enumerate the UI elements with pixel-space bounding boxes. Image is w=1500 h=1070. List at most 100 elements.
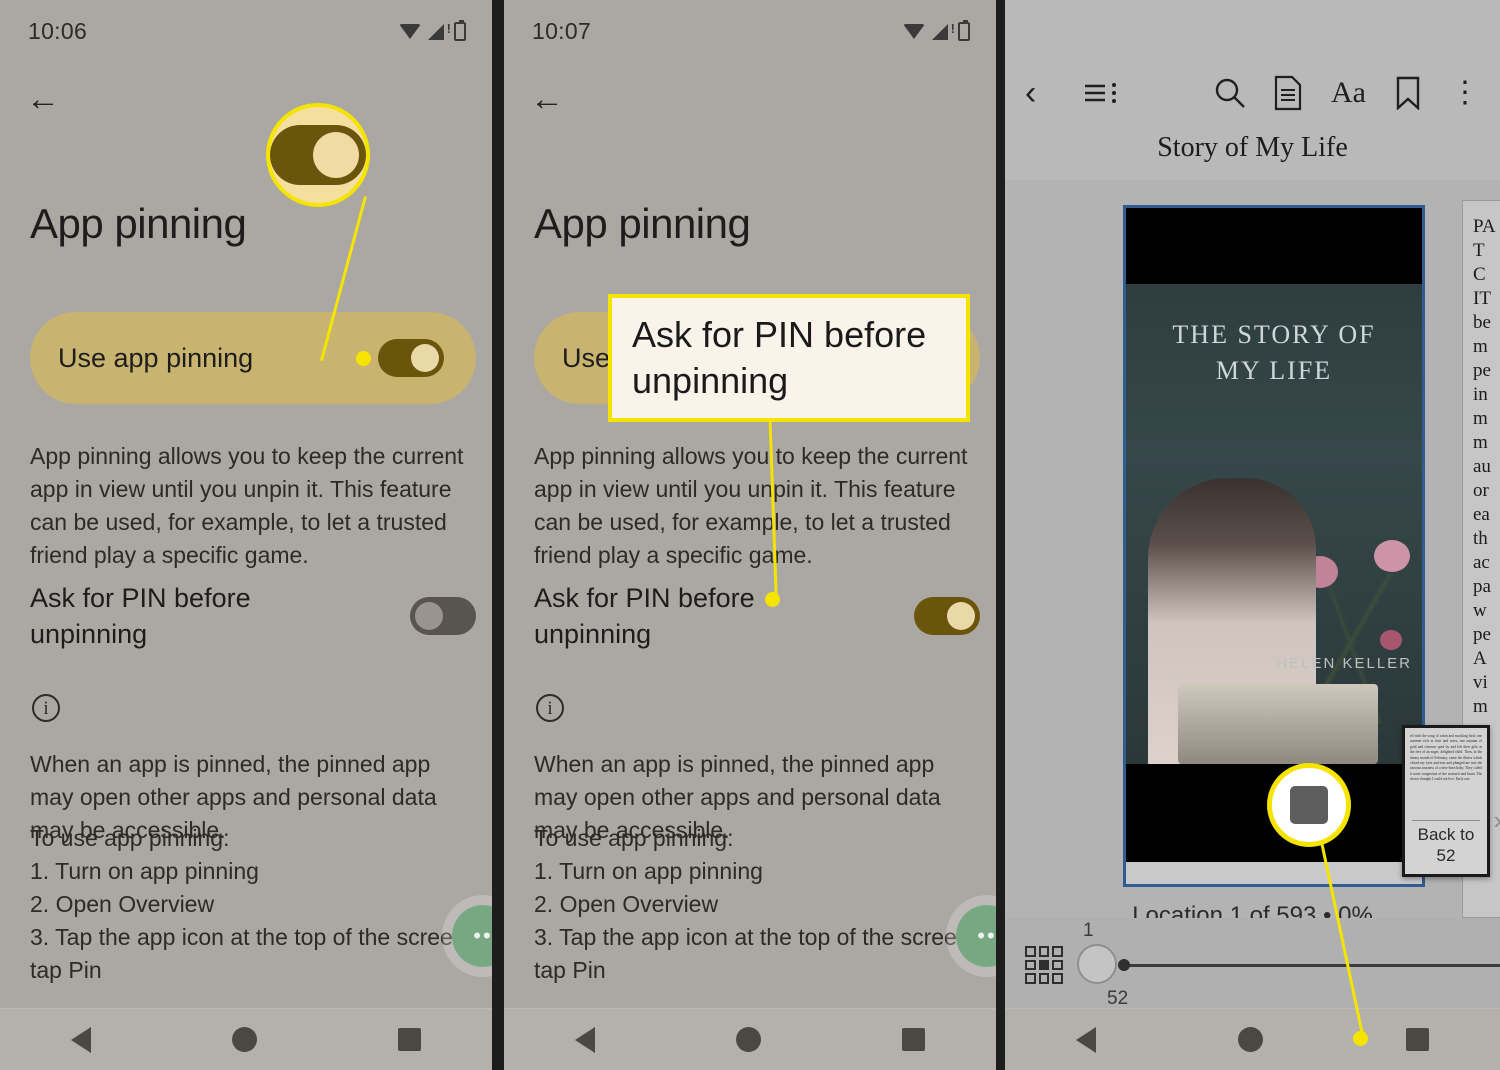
preview-line: pe xyxy=(1473,624,1491,645)
pinning-steps: To use app pinning: 1. Turn on app pinni… xyxy=(534,822,996,987)
reader-icon-row: ‹ Aa ⋮ xyxy=(1005,62,1500,124)
nav-back-icon[interactable] xyxy=(70,1026,91,1053)
battery-icon xyxy=(454,19,466,41)
preview-line: T xyxy=(1473,240,1485,261)
panel-divider xyxy=(996,0,1005,1070)
open-book-illustration xyxy=(1178,684,1378,764)
nav-home-icon[interactable] xyxy=(735,1027,761,1052)
search-icon[interactable] xyxy=(1213,76,1247,110)
status-icon-group xyxy=(903,19,970,41)
wifi-icon xyxy=(399,23,421,40)
status-bar: 10:06 xyxy=(0,0,492,62)
ask-for-pin-label: Ask for PIN before unpinning xyxy=(30,583,251,649)
preview-line: m xyxy=(1473,336,1488,357)
preview-line: in xyxy=(1473,384,1488,405)
next-page-chevron-icon[interactable]: › xyxy=(1493,805,1500,836)
step-item: tap Pin xyxy=(30,957,102,983)
ask-for-pin-row[interactable]: Ask for PIN before unpinning xyxy=(534,580,980,652)
callout-dot-1 xyxy=(356,351,371,366)
nav-back-icon[interactable] xyxy=(574,1026,595,1053)
step-item: 2. Open Overview xyxy=(534,891,719,917)
reader-toolbar: ‹ Aa ⋮ Story of My Life xyxy=(1005,0,1500,180)
popup-divider xyxy=(1412,820,1480,821)
nav-home-icon[interactable] xyxy=(231,1027,257,1052)
preview-line: m xyxy=(1473,432,1488,453)
step-item: 1. Turn on app pinning xyxy=(534,858,763,884)
ask-for-pin-label: Ask for PIN before unpinning xyxy=(534,583,755,649)
magnified-recents-square-icon xyxy=(1290,786,1328,824)
steps-heading: To use app pinning: xyxy=(534,825,734,851)
app-pinning-description: App pinning allows you to keep the curre… xyxy=(30,443,464,568)
info-icon: i xyxy=(536,694,564,722)
steps-heading: To use app pinning: xyxy=(30,825,230,851)
step-item: 3. Tap the app icon at the top of the sc… xyxy=(30,924,492,950)
preview-line: C xyxy=(1473,264,1486,285)
nav-home-icon[interactable] xyxy=(1238,1027,1264,1052)
table-of-contents-icon[interactable] xyxy=(1083,78,1119,108)
callout-dot-3 xyxy=(1353,1031,1368,1046)
preview-line: A xyxy=(1473,648,1487,669)
signal-warning-icon xyxy=(428,21,451,40)
back-chevron-icon[interactable]: ‹ xyxy=(1025,76,1036,110)
seek-track[interactable] xyxy=(1125,964,1500,967)
screenshot-stage: 10:06 ← App pinning Use app pinning App … xyxy=(0,0,1500,1070)
back-arrow-icon[interactable]: ← xyxy=(526,78,568,120)
font-size-icon[interactable]: Aa xyxy=(1331,76,1366,110)
page-notes-icon[interactable] xyxy=(1273,75,1303,111)
use-app-pinning-toggle[interactable] xyxy=(378,339,444,377)
page-title: App pinning xyxy=(30,200,247,247)
page-title: App pinning xyxy=(534,200,751,247)
back-arrow-icon[interactable]: ← xyxy=(22,78,64,120)
reader-seek-bar[interactable]: 1 52 xyxy=(1005,918,1500,1009)
cover-author: HELEN KELLER xyxy=(1276,655,1412,672)
step-item: 2. Open Overview xyxy=(30,891,215,917)
cover-bottom-strip xyxy=(1126,862,1422,884)
cover-title-line1: THE STORY OF xyxy=(1172,320,1376,349)
book-title: Story of My Life xyxy=(1157,132,1348,163)
android-nav-bar xyxy=(1005,1008,1500,1070)
preview-line: or xyxy=(1473,480,1489,501)
grid-view-icon[interactable] xyxy=(1025,946,1063,984)
preview-line: PA xyxy=(1473,216,1496,237)
overflow-menu-icon[interactable]: ⋮ xyxy=(1450,78,1480,108)
preview-line: m xyxy=(1473,408,1488,429)
back-to-page-popup[interactable]: ed with the song of robin and mocking bi… xyxy=(1402,725,1490,877)
panel-app-pinning-after: 10:07 ← App pinning Use App pinning allo… xyxy=(504,0,996,1070)
use-app-pinning-label: Use xyxy=(562,342,611,373)
ask-for-pin-toggle[interactable] xyxy=(410,597,476,635)
panel-divider xyxy=(492,0,504,1070)
nav-recents-icon[interactable] xyxy=(902,1028,926,1051)
preview-line: pa xyxy=(1473,576,1491,597)
step-item: 3. Tap the app icon at the top of the sc… xyxy=(534,924,996,950)
bookmark-icon[interactable] xyxy=(1395,76,1421,110)
preview-line: IT xyxy=(1473,288,1491,309)
preview-line: vi xyxy=(1473,672,1488,693)
nav-recents-icon[interactable] xyxy=(398,1028,422,1051)
battery-icon xyxy=(958,19,970,41)
pinning-steps: To use app pinning: 1. Turn on app pinni… xyxy=(30,822,492,987)
cover-title-line2: MY LIFE xyxy=(1215,356,1333,385)
reader-page-area[interactable]: PA T C IT be m pe in m m au or ea th ac … xyxy=(1005,180,1500,1008)
callout-label-ask-for-pin: Ask for PIN before unpinning xyxy=(608,294,970,422)
nav-recents-icon[interactable] xyxy=(1405,1028,1429,1051)
back-to-label-line2: 52 xyxy=(1436,846,1456,865)
nav-back-icon[interactable] xyxy=(1076,1026,1097,1053)
magnified-use-app-pinning-toggle xyxy=(270,125,366,185)
ask-for-pin-row[interactable]: Ask for PIN before unpinning xyxy=(30,580,476,652)
popup-excerpt-text: ed with the song of robin and mocking bi… xyxy=(1410,734,1482,782)
back-to-label-line1: Back to xyxy=(1417,825,1475,844)
use-app-pinning-row[interactable]: Use app pinning xyxy=(30,312,476,404)
seek-page-label: 52 xyxy=(1107,988,1129,1009)
status-time: 10:07 xyxy=(532,17,592,44)
magnified-recents-callout xyxy=(1267,763,1351,847)
magnified-toggle-callout xyxy=(266,103,370,207)
preview-line: be xyxy=(1473,312,1491,333)
seek-marker-dot xyxy=(1118,959,1130,971)
status-time: 10:06 xyxy=(28,17,88,44)
step-item: tap Pin xyxy=(534,957,606,983)
seek-handle[interactable] xyxy=(1077,944,1117,984)
use-app-pinning-label: Use app pinning xyxy=(58,342,254,373)
status-bar: 10:07 xyxy=(504,0,996,62)
ask-for-pin-toggle[interactable] xyxy=(914,597,980,635)
preview-line: m xyxy=(1473,696,1488,717)
